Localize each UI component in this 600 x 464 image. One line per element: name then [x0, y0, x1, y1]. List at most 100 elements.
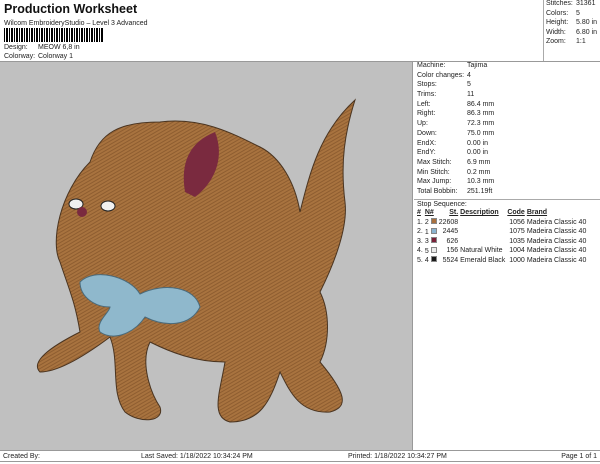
stop-sequence-table: # N# St. Description Code Brand 1. 2 2260… — [417, 208, 588, 265]
detail-row: Stops: 5 — [414, 81, 600, 91]
stat-row: Height: 5.80 in — [544, 19, 600, 29]
detail-value: 0.00 in — [467, 139, 489, 147]
detail-value: 72.3 mm — [467, 120, 495, 128]
detail-label: Min Stitch: — [417, 168, 450, 176]
thread-description: Emerald Black — [460, 256, 506, 264]
detail-value: Tajima — [467, 62, 488, 69]
thread-brand: Madeira Classic 40 — [526, 237, 587, 245]
col-index: # — [417, 209, 421, 217]
detail-row: Trims: 11 — [414, 91, 600, 101]
color-swatch — [430, 256, 437, 263]
detail-label: Left: — [417, 100, 431, 108]
col-stitches: St. — [449, 209, 459, 217]
detail-label: EndX: — [417, 139, 437, 147]
color-swatch — [430, 246, 437, 253]
thread-code: 1004 — [509, 247, 525, 255]
detail-row: Right: 86.3 mm — [414, 110, 600, 120]
page-number: Page 1 of 1 — [561, 453, 597, 460]
detail-label: Max Stitch: — [417, 158, 452, 166]
detail-label: Down: — [417, 129, 437, 137]
needle-cell: 5 — [425, 246, 439, 256]
col-description: Description — [460, 209, 499, 217]
stitch-count: 2445 — [442, 228, 459, 236]
details-panel: Machine: Tajima Color changes: 4 Stops: 5 Trim… — [414, 62, 600, 450]
stop-index: 4. — [417, 247, 423, 255]
color-swatch — [430, 237, 437, 244]
detail-row: Down: 75.0 mm — [414, 130, 600, 140]
thread-description — [460, 227, 507, 237]
stop-row: 2. 1 2445 1075 Madeira Classic 40 — [417, 227, 588, 237]
stop-row: 4. 5 156 Natural White 1004 Madeira Classic … — [417, 246, 588, 256]
stat-label: Colors: — [546, 9, 569, 17]
stat-label: Width: — [546, 28, 566, 36]
detail-label: Color changes: — [417, 71, 465, 79]
needle-cell: 3 — [425, 236, 439, 246]
stat-row: Width: 6.80 in — [544, 29, 600, 39]
thread-brand: Madeira Classic 40 — [526, 218, 587, 226]
cat-embroidery-image — [37, 98, 357, 423]
colorway-value: Colorway 1 — [38, 53, 74, 60]
design-field: Design: MEOW 6,8 in — [4, 44, 80, 51]
worksheet-footer: Created By: Last Saved: 1/18/2022 10:34:… — [0, 450, 600, 462]
needle-cell: 2 — [425, 217, 439, 227]
detail-value: 86.3 mm — [467, 110, 495, 118]
stat-label: Stitches: — [546, 0, 573, 7]
detail-value: 75.0 mm — [467, 129, 495, 137]
detail-label: Machine: — [417, 62, 446, 69]
colorway-label: Colorway: — [4, 53, 36, 60]
detail-value: 0.2 mm — [467, 168, 491, 176]
barcode — [4, 28, 104, 42]
thread-code: 1056 — [509, 218, 525, 226]
last-saved: Last Saved: 1/18/2022 10:34:24 PM — [141, 453, 253, 460]
detail-row: Total Bobbin: 251.19ft — [414, 188, 600, 198]
thread-description — [460, 236, 507, 246]
detail-row: Machine: Tajima — [414, 62, 600, 72]
needle-cell: 4 — [425, 255, 439, 265]
detail-row: Max Jump: 10.3 mm — [414, 178, 600, 188]
stat-value: 5.80 in — [576, 19, 598, 26]
detail-row: Color changes: 4 — [414, 72, 600, 82]
detail-row: EndY: 0.00 in — [414, 149, 600, 159]
color-swatch — [430, 218, 437, 225]
needle-number: 3 — [424, 238, 429, 246]
stop-index: 2. — [417, 228, 423, 236]
stop-index: 5. — [417, 256, 423, 264]
stitch-count: 5524 — [442, 256, 459, 264]
col-brand: Brand — [526, 209, 548, 217]
thread-code: 1075 — [509, 228, 525, 236]
thread-brand: Madeira Classic 40 — [526, 256, 587, 264]
stop-index: 1. — [417, 218, 423, 226]
design-preview — [0, 62, 413, 450]
software-name: Wilcom EmbroideryStudio – Level 3 Advanc… — [4, 20, 148, 27]
detail-label: Total Bobbin: — [417, 187, 458, 195]
stop-row: 3. 3 626 1035 Madeira Classic 40 — [417, 236, 588, 246]
detail-row: Min Stitch: 0.2 mm — [414, 169, 600, 179]
thread-code: 1000 — [509, 256, 525, 264]
stitch-count: 626 — [446, 237, 459, 245]
stat-value: 31361 — [576, 0, 596, 7]
stop-row: 5. 4 5524 Emerald Black 1000 Madeira Classic… — [417, 255, 588, 265]
design-value: MEOW 6,8 in — [38, 44, 80, 51]
stop-index: 3. — [417, 237, 423, 245]
col-needle: N# — [424, 209, 434, 217]
stat-value: 5 — [576, 9, 580, 17]
thread-description: Natural White — [460, 247, 503, 255]
detail-row: EndX: 0.00 in — [414, 140, 600, 150]
detail-value: 4 — [467, 71, 471, 79]
needle-cell: 1 — [425, 227, 439, 237]
detail-value: 5 — [467, 81, 471, 89]
stat-row: Zoom: 1:1 — [544, 38, 600, 48]
detail-value: 251.19ft — [467, 187, 493, 195]
detail-value: 11 — [467, 91, 475, 99]
needle-number: 1 — [424, 228, 429, 236]
colorway-field: Colorway: Colorway 1 — [4, 53, 73, 60]
detail-value: 0.00 in — [467, 149, 489, 157]
detail-value: 86.4 mm — [467, 100, 495, 108]
needle-number: 2 — [424, 219, 429, 227]
stop-sequence-title: Stop Sequence: — [414, 198, 600, 209]
detail-label: Up: — [417, 120, 428, 128]
detail-row: Left: 86.4 mm — [414, 101, 600, 111]
thread-description — [460, 217, 507, 227]
color-swatch — [430, 227, 437, 234]
page-title: Production Worksheet — [4, 2, 138, 16]
